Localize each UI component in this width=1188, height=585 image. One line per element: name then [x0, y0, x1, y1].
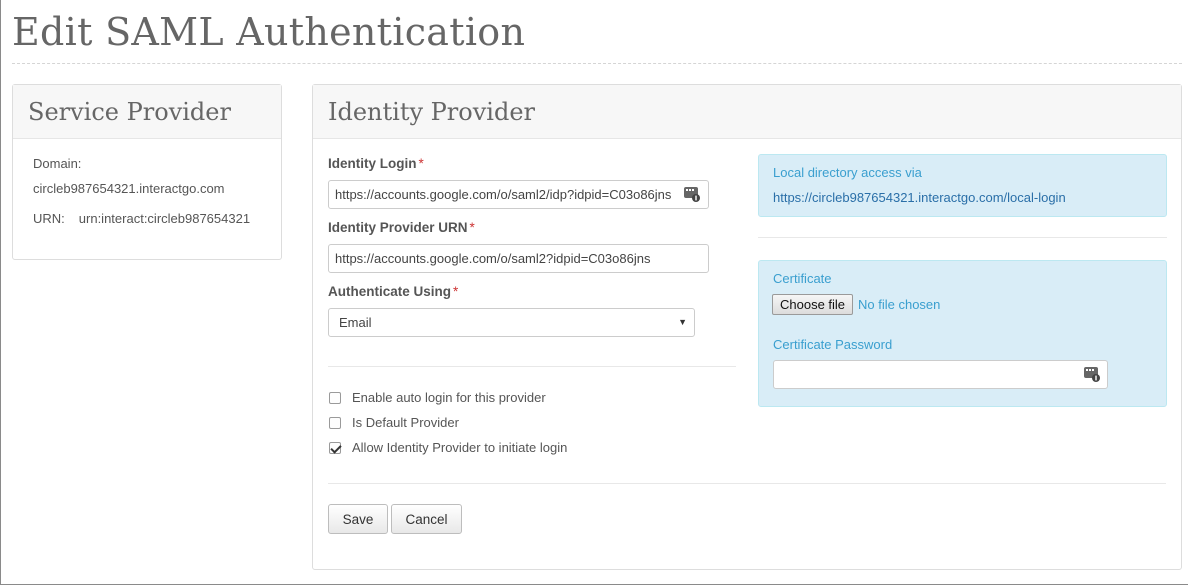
- auto-login-option[interactable]: Enable auto login for this provider: [329, 390, 546, 405]
- identity-login-label-text: Identity Login: [328, 156, 417, 171]
- identity-urn-label-text: Identity Provider URN: [328, 220, 468, 235]
- urn-value: urn:interact:circleb987654321: [78, 211, 251, 226]
- default-provider-option[interactable]: Is Default Provider: [329, 415, 459, 430]
- local-login-link[interactable]: https://circleb987654321.interactgo.com/…: [773, 190, 1066, 205]
- authenticate-using-label-text: Authenticate Using: [328, 284, 452, 299]
- no-file-chosen-text: No file chosen: [858, 297, 941, 312]
- password-manager-key-icon[interactable]: [684, 186, 700, 202]
- certificate-box: Certificate Choose file No file chosen C…: [758, 260, 1167, 407]
- title-divider: [12, 63, 1182, 64]
- service-provider-heading: Service Provider: [13, 85, 281, 139]
- save-button[interactable]: Save: [328, 504, 388, 534]
- certificate-password-input[interactable]: [773, 360, 1108, 389]
- required-marker: *: [453, 284, 459, 299]
- urn-row: URN: urn:interact:circleb987654321: [33, 211, 250, 226]
- certificate-password-label: Certificate Password: [773, 337, 893, 352]
- required-marker: *: [418, 156, 424, 171]
- identity-provider-panel: Identity Provider Identity Login* Identi…: [312, 84, 1182, 570]
- service-provider-title: Service Provider: [28, 98, 231, 126]
- authenticate-using-select[interactable]: Email ▼: [328, 308, 695, 337]
- auto-login-checkbox[interactable]: [329, 391, 341, 404]
- auto-login-label: Enable auto login for this provider: [352, 390, 546, 405]
- password-manager-key-icon[interactable]: [1084, 366, 1100, 382]
- idp-initiated-option[interactable]: Allow Identity Provider to initiate logi…: [329, 440, 567, 455]
- identity-login-input[interactable]: [328, 180, 709, 209]
- idp-initiated-checkbox[interactable]: [329, 441, 341, 454]
- required-marker: *: [469, 220, 475, 235]
- idp-initiated-label: Allow Identity Provider to initiate logi…: [352, 440, 568, 455]
- default-provider-checkbox[interactable]: [329, 416, 341, 429]
- chevron-down-icon: ▼: [678, 317, 687, 327]
- domain-label: Domain:: [33, 156, 82, 171]
- authenticate-using-selected: Email: [339, 315, 372, 330]
- default-provider-label: Is Default Provider: [352, 415, 459, 430]
- local-directory-box: Local directory access via https://circl…: [758, 154, 1167, 217]
- domain-value: circleb987654321.interactgo.com: [33, 181, 225, 196]
- certificate-label: Certificate: [773, 271, 832, 286]
- urn-label: URN:: [33, 211, 65, 226]
- page-title: Edit SAML Authentication: [12, 10, 526, 54]
- cancel-button[interactable]: Cancel: [391, 504, 462, 534]
- actions-divider: [328, 483, 1166, 484]
- choose-file-button[interactable]: Choose file: [772, 294, 854, 315]
- info-divider: [758, 237, 1167, 238]
- identity-provider-title: Identity Provider: [328, 98, 535, 126]
- identity-urn-label: Identity Provider URN *: [328, 220, 475, 235]
- form-divider: [328, 366, 736, 367]
- local-directory-label: Local directory access via: [773, 165, 922, 180]
- service-provider-panel: Service Provider Domain: circleb98765432…: [12, 84, 282, 260]
- authenticate-using-label: Authenticate Using *: [328, 284, 458, 299]
- identity-login-label: Identity Login *: [328, 156, 424, 171]
- identity-urn-input[interactable]: [328, 244, 709, 273]
- identity-provider-heading: Identity Provider: [313, 85, 1181, 139]
